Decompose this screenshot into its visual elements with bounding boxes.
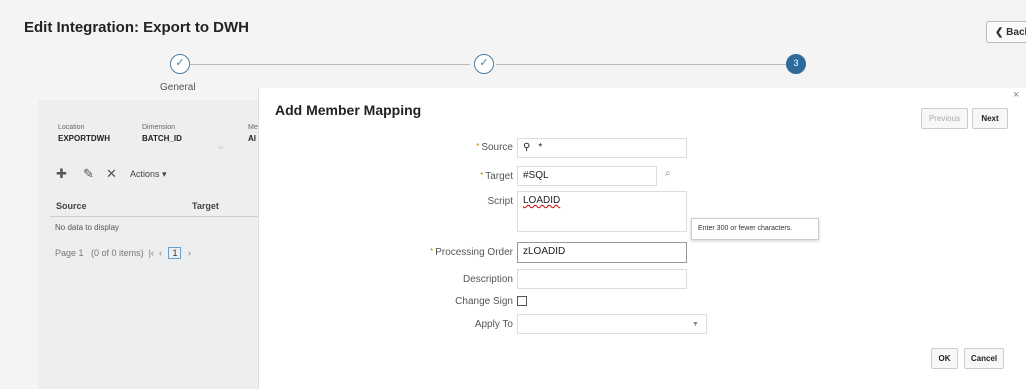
cancel-button[interactable]: Cancel bbox=[964, 348, 1004, 369]
change-sign-label: Change Sign bbox=[455, 296, 513, 307]
step-general-check-icon[interactable]: ✓ bbox=[170, 54, 190, 74]
required-icon: * bbox=[430, 247, 434, 256]
actions-menu[interactable]: Actions ▾ bbox=[130, 169, 167, 180]
previous-button[interactable]: Previous bbox=[921, 108, 968, 129]
pov-member-label: Me bbox=[248, 124, 258, 131]
train-line bbox=[190, 64, 470, 65]
script-tooltip: Enter 300 or fewer characters. bbox=[691, 218, 819, 240]
member-selector-icon[interactable]: ⌕ bbox=[665, 168, 671, 179]
column-target[interactable]: Target bbox=[192, 201, 219, 211]
column-source[interactable]: Source bbox=[56, 201, 87, 211]
required-icon: * bbox=[476, 142, 480, 151]
grid-header: Source Target bbox=[50, 195, 260, 217]
step-general-label: General bbox=[160, 82, 196, 93]
pager-page-label: Page 1 bbox=[55, 248, 84, 258]
back-button[interactable]: ❮ Back bbox=[986, 21, 1026, 43]
pager-items: (0 of 0 items) bbox=[91, 248, 144, 258]
script-textarea[interactable]: LOADID bbox=[517, 191, 687, 232]
page-header: Edit Integration: Export to DWH ❮ Back bbox=[0, 0, 1026, 44]
edit-icon[interactable]: ✎ bbox=[83, 166, 94, 182]
source-label: * Source bbox=[313, 142, 513, 153]
source-input[interactable]: ⚲ * bbox=[517, 138, 687, 158]
pov-member-value[interactable]: Al bbox=[248, 134, 256, 143]
chevron-down-icon: ▾ bbox=[162, 169, 167, 179]
chevron-left-icon: ❮ bbox=[995, 27, 1007, 38]
add-icon[interactable]: ✚ bbox=[56, 166, 67, 182]
target-input[interactable]: #SQL bbox=[517, 166, 657, 186]
processing-order-label-text: Processing Order bbox=[435, 247, 513, 258]
step-train: ✓ General ✓ 3 bbox=[0, 46, 1026, 93]
processing-order-input[interactable]: zLOADID bbox=[517, 242, 687, 263]
apply-to-select[interactable] bbox=[517, 314, 707, 334]
chevron-down-icon[interactable]: ⌵ bbox=[218, 144, 223, 152]
ok-button[interactable]: OK bbox=[931, 348, 958, 369]
mapping-panel: Location EXPORTDWH Dimension BATCH_ID ⌵ … bbox=[38, 100, 268, 389]
current-page[interactable]: 1 bbox=[168, 247, 182, 259]
no-data-message: No data to display bbox=[55, 223, 120, 232]
pov-dimension-value[interactable]: BATCH_ID bbox=[142, 134, 182, 143]
description-input[interactable] bbox=[517, 269, 687, 289]
next-page-icon[interactable]: › bbox=[188, 248, 191, 258]
pov-location-value[interactable]: EXPORTDWH bbox=[58, 134, 110, 143]
train-line bbox=[496, 64, 786, 65]
step-map-members-indicator[interactable]: 3 bbox=[786, 54, 806, 74]
chevron-down-icon[interactable]: ▼ bbox=[692, 321, 699, 328]
required-icon: * bbox=[480, 171, 484, 180]
close-icon[interactable]: × bbox=[1013, 89, 1019, 101]
target-label-text: Target bbox=[485, 171, 513, 182]
prev-page-icon[interactable]: ‹ bbox=[159, 248, 162, 258]
source-label-text: Source bbox=[481, 142, 513, 153]
actions-menu-label: Actions bbox=[130, 169, 160, 179]
apply-to-label: Apply To bbox=[474, 319, 513, 330]
next-button[interactable]: Next bbox=[972, 108, 1008, 129]
processing-order-label: * Processing Order bbox=[313, 247, 513, 258]
change-sign-checkbox[interactable] bbox=[517, 296, 527, 306]
delete-icon[interactable]: ✕ bbox=[106, 166, 117, 182]
description-label: Description bbox=[462, 274, 513, 285]
add-member-mapping-dialog: Add Member Mapping × Previous Next * Sour… bbox=[258, 88, 1026, 389]
source-value: * bbox=[538, 142, 543, 153]
search-icon[interactable]: ⚲ bbox=[523, 142, 530, 153]
back-button-label: Back bbox=[1006, 27, 1026, 38]
target-label: * Target bbox=[313, 171, 513, 182]
first-page-icon[interactable]: |‹ bbox=[149, 248, 154, 258]
pagination: Page 1 (0 of 0 items) |‹ ‹ 1 › bbox=[55, 247, 191, 259]
step-map-dimensions-check-icon[interactable]: ✓ bbox=[474, 54, 494, 74]
dialog-title: Add Member Mapping bbox=[275, 102, 422, 118]
script-label: Script bbox=[487, 196, 513, 207]
pov-location-label: Location bbox=[58, 124, 85, 131]
page-title: Edit Integration: Export to DWH bbox=[24, 19, 249, 36]
pov-dimension-label: Dimension bbox=[142, 124, 176, 131]
